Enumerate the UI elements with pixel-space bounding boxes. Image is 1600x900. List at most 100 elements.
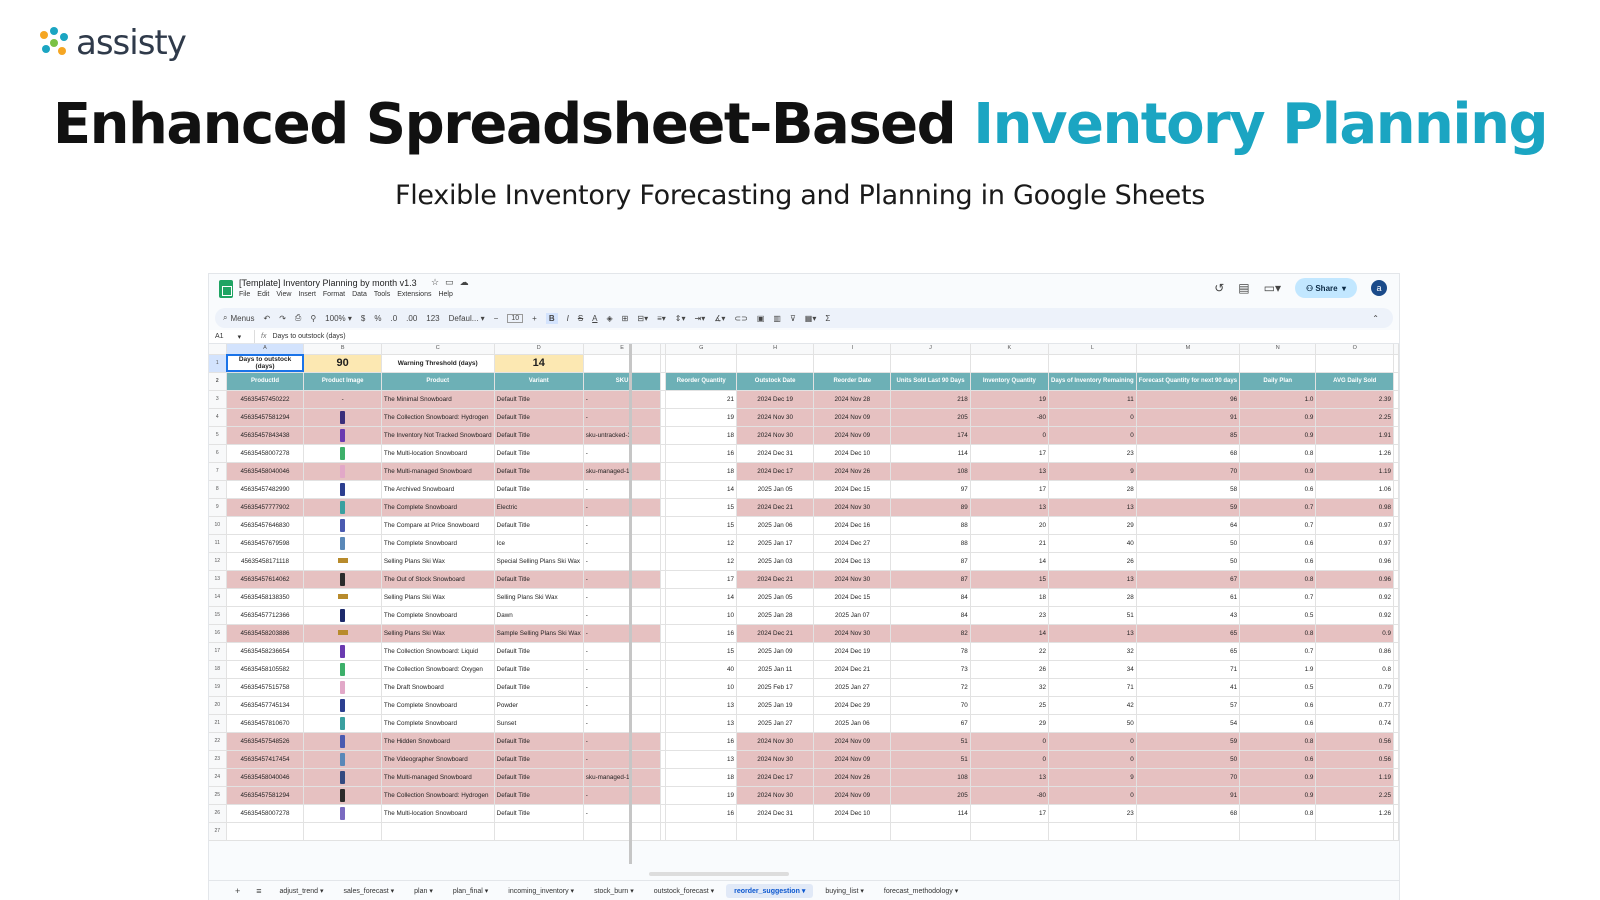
avg-daily-sold-cell[interactable]: 0.96 xyxy=(1315,552,1394,571)
column-header-cell[interactable]: Product Image xyxy=(303,372,382,391)
row-number[interactable]: 25 xyxy=(209,786,227,805)
variant-cell[interactable]: Sample Selling Plans Ski Wax xyxy=(494,624,584,643)
daily-plan-cell[interactable]: 0.7 xyxy=(1239,498,1317,517)
cell[interactable] xyxy=(1315,354,1394,373)
variant-cell[interactable]: Default Title xyxy=(494,786,584,805)
formula-input[interactable]: Days to outstock (days) xyxy=(272,333,345,340)
cell[interactable] xyxy=(970,822,1050,841)
reorder-date-cell[interactable]: 2024 Nov 09 xyxy=(813,426,892,445)
units-sold-cell[interactable]: 218 xyxy=(890,390,971,409)
font-size-decrease[interactable]: − xyxy=(494,314,499,323)
cell[interactable] xyxy=(1393,678,1399,697)
days-to-outstock-value[interactable]: 90 xyxy=(303,354,382,373)
row-number[interactable]: 8 xyxy=(209,480,227,499)
units-sold-cell[interactable]: 73 xyxy=(890,660,971,679)
cell[interactable] xyxy=(1393,408,1399,427)
days-remaining-cell[interactable]: 0 xyxy=(1048,786,1137,805)
menu-item-help[interactable]: Help xyxy=(438,291,452,298)
cell[interactable] xyxy=(1393,516,1399,535)
units-sold-cell[interactable]: 88 xyxy=(890,516,971,535)
inventory-quantity-cell[interactable]: 13 xyxy=(970,768,1050,787)
inventory-quantity-cell[interactable]: 17 xyxy=(970,480,1050,499)
cell[interactable] xyxy=(1393,462,1399,481)
avg-daily-sold-cell[interactable]: 2.39 xyxy=(1315,390,1394,409)
product-image-cell[interactable] xyxy=(303,570,382,589)
reorder-date-cell[interactable]: 2024 Nov 26 xyxy=(813,462,892,481)
column-header-o[interactable]: O xyxy=(1315,344,1394,355)
row-number[interactable]: 14 xyxy=(209,588,227,607)
units-sold-cell[interactable]: 51 xyxy=(890,732,971,751)
cell[interactable] xyxy=(494,822,584,841)
forecast-quantity-cell[interactable]: 70 xyxy=(1136,462,1241,481)
product-name-cell[interactable]: The Archived Snowboard xyxy=(381,480,495,499)
font-select[interactable]: Defaul... ▾ xyxy=(449,314,485,323)
days-to-outstock-label[interactable]: Days to outstock (days) xyxy=(226,354,305,373)
outstock-date-cell[interactable]: 2024 Nov 30 xyxy=(736,426,815,445)
outstock-date-cell[interactable]: 2025 Jan 19 xyxy=(736,696,815,715)
inventory-quantity-cell[interactable]: 0 xyxy=(970,750,1050,769)
reorder-quantity-cell[interactable]: 15 xyxy=(665,498,737,517)
history-icon[interactable]: ↺ xyxy=(1214,281,1224,295)
days-remaining-cell[interactable]: 50 xyxy=(1048,714,1137,733)
cell[interactable] xyxy=(1393,804,1399,823)
sku-cell[interactable]: - xyxy=(583,642,662,661)
tab-buying-list[interactable]: buying_list ▾ xyxy=(817,884,872,898)
forecast-quantity-cell[interactable]: 96 xyxy=(1136,390,1241,409)
row-number[interactable]: 24 xyxy=(209,768,227,787)
variant-cell[interactable]: Default Title xyxy=(494,768,584,787)
product-id-cell[interactable]: 45635458040046 xyxy=(226,462,305,481)
cell[interactable] xyxy=(1393,480,1399,499)
paint-format-icon[interactable]: ⚲ xyxy=(310,314,316,323)
reorder-date-cell[interactable]: 2024 Dec 13 xyxy=(813,552,892,571)
daily-plan-cell[interactable]: 0.5 xyxy=(1239,606,1317,625)
menu-item-file[interactable]: File xyxy=(239,291,250,298)
reorder-quantity-cell[interactable]: 15 xyxy=(665,516,737,535)
units-sold-cell[interactable]: 72 xyxy=(890,678,971,697)
product-image-cell[interactable] xyxy=(303,696,382,715)
daily-plan-cell[interactable]: 0.8 xyxy=(1239,624,1317,643)
sku-cell[interactable]: - xyxy=(583,696,662,715)
product-image-cell[interactable] xyxy=(303,606,382,625)
menu-item-tools[interactable]: Tools xyxy=(374,291,390,298)
outstock-date-cell[interactable]: 2025 Jan 03 xyxy=(736,552,815,571)
outstock-date-cell[interactable]: 2024 Dec 21 xyxy=(736,624,815,643)
units-sold-cell[interactable]: 70 xyxy=(890,696,971,715)
avatar[interactable]: a xyxy=(1371,280,1387,296)
reorder-date-cell[interactable]: 2025 Jan 07 xyxy=(813,606,892,625)
reorder-date-cell[interactable]: 2024 Dec 10 xyxy=(813,804,892,823)
reorder-quantity-cell[interactable]: 15 xyxy=(665,642,737,661)
sku-cell[interactable]: sku-managed-1 xyxy=(583,462,662,481)
days-remaining-cell[interactable]: 28 xyxy=(1048,588,1137,607)
product-id-cell[interactable]: 45635458138350 xyxy=(226,588,305,607)
daily-plan-cell[interactable]: 0.7 xyxy=(1239,642,1317,661)
sku-cell[interactable]: - xyxy=(583,750,662,769)
reorder-date-cell[interactable]: 2024 Nov 30 xyxy=(813,498,892,517)
variant-cell[interactable]: Default Title xyxy=(494,444,584,463)
column-header-cell[interactable]: AVG Daily Sold xyxy=(1315,372,1394,391)
variant-cell[interactable]: Default Title xyxy=(494,678,584,697)
undo-icon[interactable]: ↶ xyxy=(264,314,271,323)
inventory-quantity-cell[interactable]: 13 xyxy=(970,462,1050,481)
outstock-date-cell[interactable]: 2024 Dec 17 xyxy=(736,768,815,787)
product-image-cell[interactable] xyxy=(303,534,382,553)
cell[interactable] xyxy=(1393,732,1399,751)
row-number[interactable]: 15 xyxy=(209,606,227,625)
cell[interactable] xyxy=(736,822,815,841)
forecast-quantity-cell[interactable]: 68 xyxy=(1136,444,1241,463)
reorder-quantity-cell[interactable]: 18 xyxy=(665,462,737,481)
variant-cell[interactable]: Sunset xyxy=(494,714,584,733)
outstock-date-cell[interactable]: 2025 Jan 17 xyxy=(736,534,815,553)
cell[interactable] xyxy=(1393,552,1399,571)
reorder-quantity-cell[interactable]: 14 xyxy=(665,480,737,499)
days-remaining-cell[interactable]: 26 xyxy=(1048,552,1137,571)
print-icon[interactable]: ⎙ xyxy=(295,313,301,323)
days-remaining-cell[interactable]: 71 xyxy=(1048,678,1137,697)
inventory-quantity-cell[interactable]: -80 xyxy=(970,786,1050,805)
cell[interactable] xyxy=(1393,660,1399,679)
sku-cell[interactable]: - xyxy=(583,732,662,751)
avg-daily-sold-cell[interactable]: 0.98 xyxy=(1315,498,1394,517)
sku-cell[interactable]: - xyxy=(583,660,662,679)
reorder-date-cell[interactable]: 2024 Dec 27 xyxy=(813,534,892,553)
row-number[interactable]: 4 xyxy=(209,408,227,427)
reorder-quantity-cell[interactable]: 16 xyxy=(665,624,737,643)
